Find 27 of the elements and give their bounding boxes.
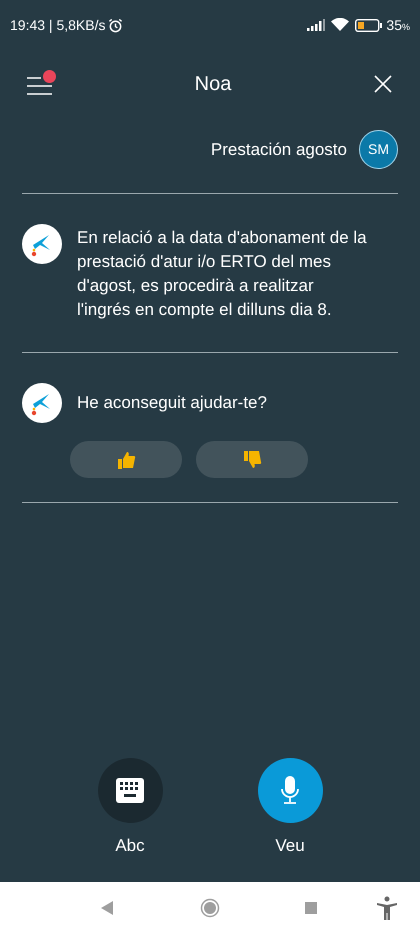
close-button[interactable] (372, 73, 394, 95)
accessibility-icon[interactable] (376, 896, 398, 920)
thumbs-down-icon (242, 450, 262, 470)
alarm-icon (108, 18, 124, 32)
bot-message: En relació a la data d'abonament de la prestació d'atur i/o ERTO del mes d'agost, es procedirà a realitzar l'ingrés en compte el dilluns dia 8. (77, 227, 368, 321)
home-icon[interactable] (200, 898, 220, 918)
thumbs-up-button[interactable] (70, 441, 182, 478)
thumbs-up-icon (116, 450, 136, 470)
back-icon[interactable] (101, 901, 113, 915)
bank-logo-icon (22, 224, 62, 264)
bot-message: He aconseguit ajudar-te? (77, 392, 268, 414)
battery-percent: 35% (386, 16, 410, 34)
microphone-icon (281, 776, 299, 804)
keyboard-icon (116, 778, 144, 802)
wifi-icon (331, 18, 350, 32)
signal-icon (307, 19, 326, 31)
user-message: Prestación agosto (210, 138, 347, 161)
battery-icon (355, 18, 382, 32)
user-avatar: SM (359, 130, 398, 169)
thumbs-down-button[interactable] (196, 441, 308, 478)
close-icon (374, 75, 392, 93)
mode-label: Abc (115, 834, 145, 856)
bank-logo-icon (22, 383, 62, 423)
menu-button[interactable] (26, 71, 54, 97)
mode-label: Veu (275, 834, 305, 856)
status-time: 19:43 | 5,8KB/s (10, 16, 106, 35)
chat-title: Noa (194, 72, 232, 97)
